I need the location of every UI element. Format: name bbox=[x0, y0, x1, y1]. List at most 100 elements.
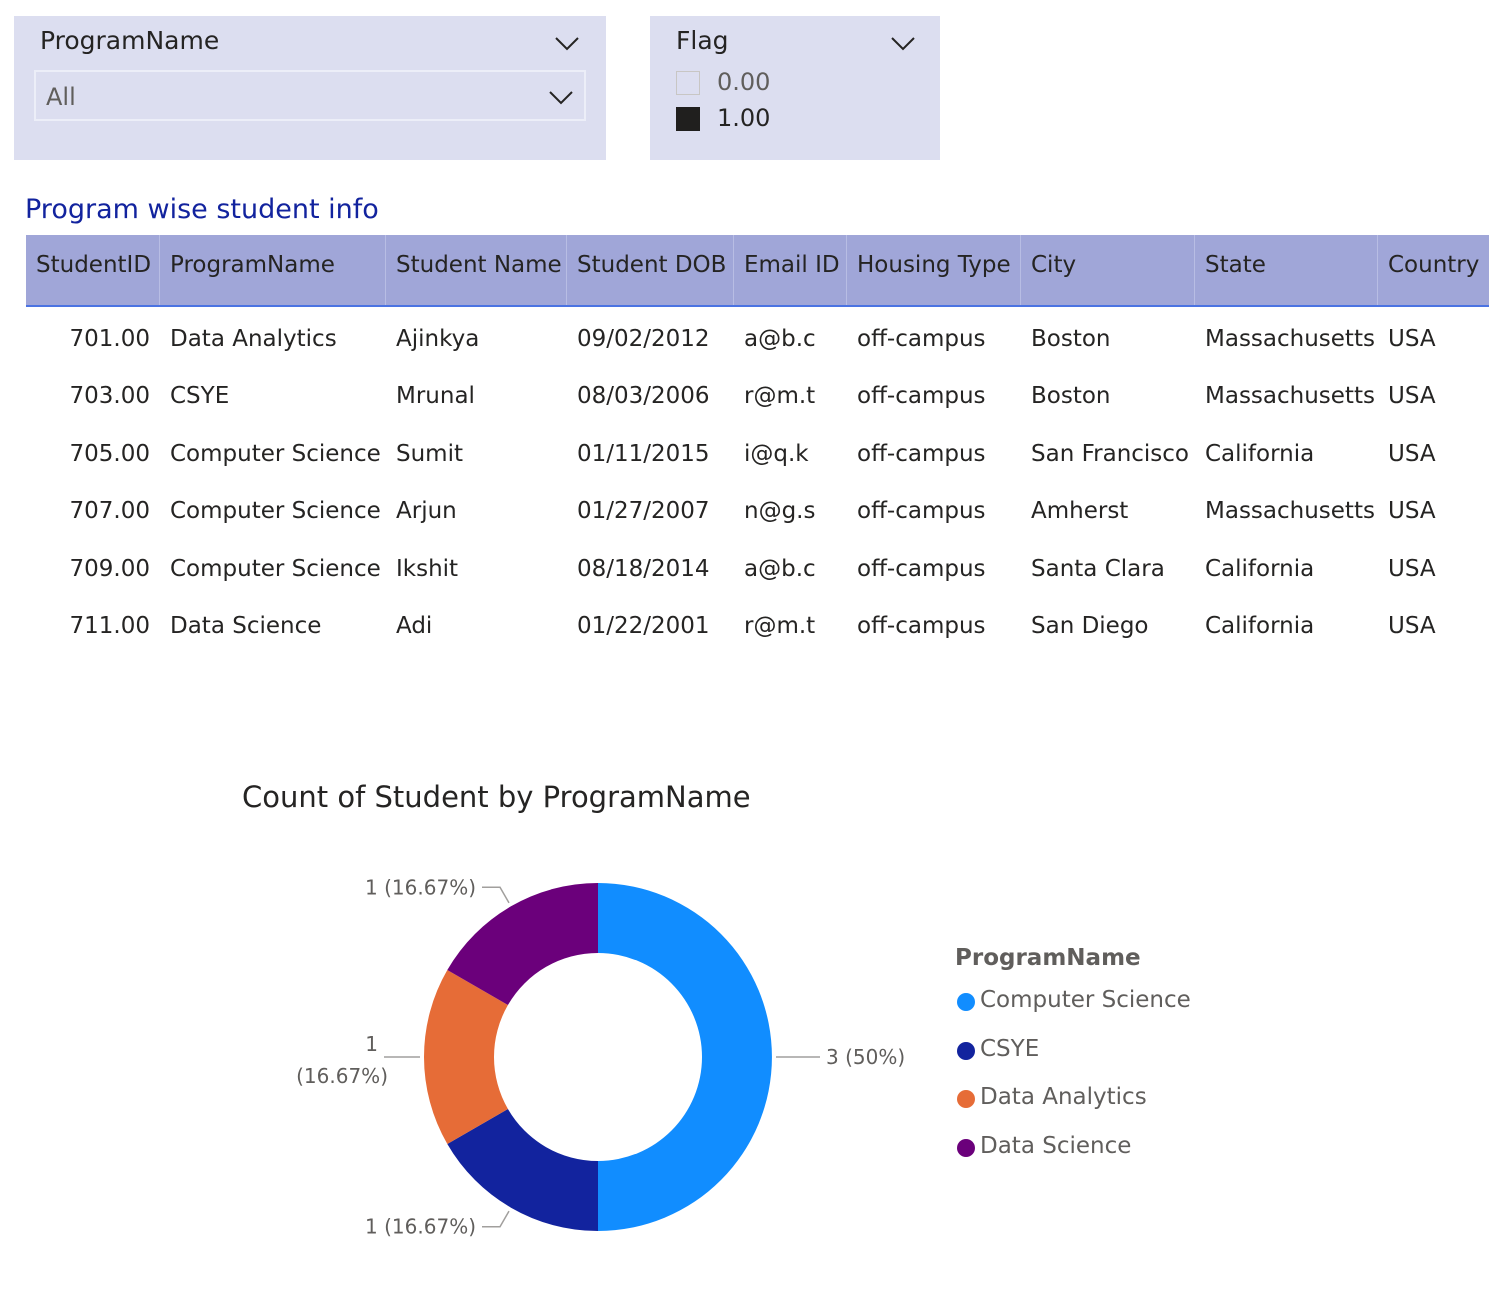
cell-studentid: 701.00 bbox=[69, 326, 150, 352]
cell-email-id: n@g.s bbox=[744, 498, 816, 525]
cell-country: USA bbox=[1388, 555, 1436, 582]
data-label-data-analytics: 1 (16.67%) bbox=[296, 1032, 420, 1088]
flag-option-1[interactable]: 1.00 bbox=[676, 104, 896, 134]
cell-student-name: Arjun bbox=[396, 498, 457, 525]
cell-housing-type: off-campus bbox=[857, 326, 986, 352]
cell-city: San Francisco bbox=[1031, 440, 1190, 467]
donut-chart: 3 (50%)1 (16.67%)1(16.67%)1 (16.67%) bbox=[296, 875, 905, 1239]
cell-programname: Data Analytics bbox=[170, 326, 337, 352]
cell-student-dob: 09/02/2012 bbox=[577, 326, 710, 352]
cell-city: Boston bbox=[1031, 326, 1111, 352]
cell-programname: Computer Science bbox=[170, 555, 381, 582]
chevron-down-icon[interactable] bbox=[890, 30, 916, 56]
cell-state: Massachusetts bbox=[1205, 326, 1375, 352]
programname-dropdown[interactable]: All bbox=[34, 70, 586, 121]
cell-country: USA bbox=[1388, 613, 1436, 639]
data-label-computer-science: 3 (50%) bbox=[776, 1045, 905, 1069]
cell-studentid: 705.00 bbox=[69, 440, 150, 467]
cell-programname: Computer Science bbox=[170, 498, 381, 525]
chevron-down-icon[interactable] bbox=[554, 30, 580, 56]
legend-dot-icon bbox=[957, 1041, 975, 1060]
programname-slicer: ProgramName All bbox=[14, 16, 606, 160]
cell-programname: Data Science bbox=[170, 613, 322, 639]
flag-option-label: 0.00 bbox=[717, 68, 771, 96]
cell-country: USA bbox=[1388, 383, 1436, 410]
checkbox[interactable] bbox=[676, 71, 700, 95]
column-header-programname[interactable]: ProgramName bbox=[160, 235, 386, 305]
legend-item-data-analytics[interactable]: Data Analytics bbox=[955, 1084, 1255, 1116]
table-row[interactable]: 705.00 Computer Science Sumit 01/11/2015 i@q… bbox=[26, 424, 1489, 481]
flag-option-0[interactable]: 0.00 bbox=[676, 68, 896, 98]
cell-student-dob: 01/27/2007 bbox=[577, 498, 710, 525]
cell-housing-type: off-campus bbox=[857, 440, 986, 467]
table-row[interactable]: 703.00 CSYE Mrunal 08/03/2006 r@m.t off-campu… bbox=[26, 366, 1489, 423]
cell-country: USA bbox=[1388, 440, 1436, 467]
cell-city: Santa Clara bbox=[1031, 555, 1165, 582]
dropdown-selected-value: All bbox=[46, 83, 76, 111]
legend-item-csye[interactable]: CSYE bbox=[955, 1036, 1255, 1068]
legend-label: Data Science bbox=[980, 1132, 1132, 1159]
cell-email-id: i@q.k bbox=[744, 440, 809, 467]
cell-country: USA bbox=[1388, 498, 1436, 525]
cell-studentid: 709.00 bbox=[69, 555, 150, 582]
cell-student-name: Ajinkya bbox=[396, 326, 480, 352]
cell-student-dob: 01/22/2001 bbox=[577, 613, 710, 639]
cell-student-name: Ikshit bbox=[396, 555, 459, 582]
cell-city: Boston bbox=[1031, 383, 1111, 410]
column-header-country[interactable]: Country bbox=[1378, 235, 1489, 305]
chevron-down-icon[interactable] bbox=[548, 84, 574, 110]
slicer-title: Flag bbox=[676, 26, 729, 55]
cell-state: California bbox=[1205, 555, 1315, 582]
legend-label: CSYE bbox=[980, 1035, 1040, 1062]
column-header-city[interactable]: City bbox=[1021, 235, 1195, 305]
table-row[interactable]: 709.00 Computer Science Ikshit 08/18/2014 a@… bbox=[26, 539, 1489, 596]
cell-student-name: Adi bbox=[396, 613, 433, 639]
cell-programname: Computer Science bbox=[170, 440, 381, 467]
cell-student-dob: 08/18/2014 bbox=[577, 555, 710, 582]
legend-item-computer-science[interactable]: Computer Science bbox=[955, 987, 1255, 1019]
column-header-state[interactable]: State bbox=[1195, 235, 1378, 305]
legend-dot-icon bbox=[957, 993, 975, 1011]
column-header-student-dob[interactable]: Student DOB bbox=[567, 235, 734, 305]
svg-text:3 (50%): 3 (50%) bbox=[826, 1045, 905, 1069]
column-header-email-id[interactable]: Email ID bbox=[734, 235, 847, 305]
column-header-housing-type[interactable]: Housing Type bbox=[847, 235, 1021, 305]
cell-email-id: r@m.t bbox=[744, 613, 816, 639]
table-title: Program wise student info bbox=[25, 194, 379, 225]
column-header-studentid[interactable]: StudentID bbox=[26, 235, 160, 305]
cell-housing-type: off-campus bbox=[857, 498, 986, 525]
column-header-student-name[interactable]: Student Name bbox=[386, 235, 567, 305]
legend-dot-icon bbox=[957, 1090, 975, 1108]
cell-studentid: 703.00 bbox=[69, 383, 150, 410]
svg-text:(16.67%): (16.67%) bbox=[296, 1064, 388, 1088]
cell-state: Massachusetts bbox=[1205, 383, 1375, 410]
cell-housing-type: off-campus bbox=[857, 613, 986, 639]
flag-slicer: Flag 0.00 1.00 bbox=[650, 16, 940, 160]
legend-item-data-science[interactable]: Data Science bbox=[955, 1133, 1255, 1165]
cell-city: Amherst bbox=[1031, 498, 1129, 525]
cell-studentid: 711.00 bbox=[69, 613, 150, 639]
svg-text:1: 1 bbox=[365, 1032, 378, 1056]
cell-email-id: a@b.c bbox=[744, 326, 816, 352]
cell-country: USA bbox=[1388, 326, 1436, 352]
cell-housing-type: off-campus bbox=[857, 383, 986, 410]
table-header: StudentID ProgramName Student Name Stude… bbox=[26, 235, 1489, 307]
cell-state: Massachusetts bbox=[1205, 498, 1375, 525]
cell-state: California bbox=[1205, 440, 1315, 467]
cell-programname: CSYE bbox=[170, 383, 230, 410]
table-row[interactable]: 707.00 Computer Science Arjun 01/27/2007 n@g… bbox=[26, 481, 1489, 538]
donut-slice-computer-science[interactable] bbox=[598, 883, 772, 1231]
checkbox[interactable] bbox=[676, 107, 700, 131]
data-label-csye: 1 (16.67%) bbox=[365, 1210, 510, 1239]
legend-label: Computer Science bbox=[980, 987, 1191, 1013]
cell-student-name: Mrunal bbox=[396, 383, 475, 410]
cell-state: California bbox=[1205, 613, 1315, 639]
svg-text:1 (16.67%): 1 (16.67%) bbox=[365, 1215, 476, 1239]
cell-city: San Diego bbox=[1031, 613, 1149, 639]
table-row[interactable]: 701.00 Data Analytics Ajinkya 09/02/2012 a@b… bbox=[26, 309, 1489, 366]
flag-option-label: 1.00 bbox=[717, 104, 771, 132]
legend-title: ProgramName bbox=[955, 945, 1141, 971]
cell-housing-type: off-campus bbox=[857, 555, 986, 582]
table-row[interactable]: 711.00 Data Science Adi 01/22/2001 r@m.t off-… bbox=[26, 596, 1489, 653]
cell-student-name: Sumit bbox=[396, 440, 463, 467]
